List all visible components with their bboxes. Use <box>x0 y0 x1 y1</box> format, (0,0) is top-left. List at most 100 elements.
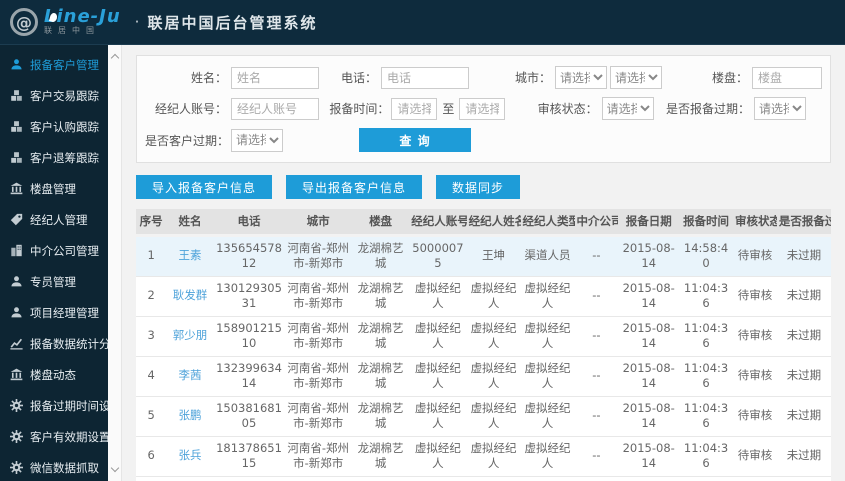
city-label: 城市： <box>514 71 551 85</box>
field-phone: 电话： <box>319 66 469 89</box>
scroll-up-icon[interactable] <box>110 53 120 63</box>
export-report-button[interactable]: 导出报备客户信息 <box>286 175 423 199</box>
customer-name-link[interactable]: 李茜 <box>178 368 201 382</box>
city-district-select[interactable]: 请选择 <box>610 66 662 89</box>
sidebar-item-2[interactable]: 客户认购跟踪 <box>0 111 108 142</box>
column-header: 电话 <box>213 209 285 237</box>
sidebar-item-13[interactable]: 微信数据抓取 <box>0 452 108 481</box>
field-city: 城市： 请选择 请选择 <box>469 66 662 89</box>
column-header: 是否报备过期 <box>776 209 831 237</box>
audit-status-select[interactable]: 请选择 <box>601 97 654 120</box>
table-cell: 虚拟经纪人 <box>409 476 467 481</box>
table-cell: 张兵 <box>166 436 214 477</box>
customer-name-link[interactable]: 王素 <box>178 248 201 262</box>
sidebar-item-label: 报备客户管理 <box>30 57 99 72</box>
sidebar-item-10[interactable]: 楼盘动态 <box>0 359 108 390</box>
table-cell: 河南省-郑州市-新郑市 <box>284 396 352 437</box>
table-cell: 郭少朋 <box>166 316 214 357</box>
field-name: 姓名： <box>145 66 319 89</box>
table-cell: -- <box>574 476 619 481</box>
customer-name-link[interactable]: 郭少朋 <box>173 328 208 342</box>
table-cell: 河南省-郑州市-新郑市 <box>284 356 352 397</box>
gear-icon <box>10 461 23 474</box>
table-cell: -- <box>574 436 619 477</box>
table-cell: 龙湖棉艺城 <box>351 316 410 357</box>
sidebar-item-4[interactable]: 楼盘管理 <box>0 173 108 204</box>
estate-input[interactable] <box>752 66 822 89</box>
sidebar-item-12[interactable]: 客户有效期设置 <box>0 421 111 452</box>
user-icon <box>10 58 23 71</box>
table-cell: 11:04:36 <box>679 436 734 477</box>
sidebar-item-8[interactable]: 项目经理管理 <box>0 297 108 328</box>
boxes-icon <box>10 151 23 164</box>
table-cell: 未过期 <box>776 356 831 397</box>
sidebar-item-7[interactable]: 专员管理 <box>0 266 108 297</box>
table-cell: -- <box>574 276 619 317</box>
phone-input[interactable] <box>381 66 469 89</box>
column-header: 经纪人账号 <box>409 209 467 237</box>
sidebar-item-9[interactable]: 报备数据统计分析 <box>0 328 122 359</box>
name-input[interactable] <box>231 66 319 89</box>
customer-name-link[interactable]: 张鹏 <box>178 408 201 422</box>
table-cell: 未过期 <box>776 276 831 317</box>
table-cell: 龙湖棉艺城 <box>351 396 410 437</box>
table-cell: 5 <box>136 396 167 437</box>
table-cell: 虚拟经纪人 <box>466 476 521 481</box>
report-time-to-input[interactable] <box>459 97 506 120</box>
import-report-button[interactable]: 导入报备客户信息 <box>136 175 273 199</box>
table-cell: 虚拟经纪人 <box>520 436 575 477</box>
tag-icon <box>10 213 23 226</box>
logo-text: Line-Ju 联居中国 <box>44 7 121 35</box>
report-time-from-input[interactable] <box>391 97 438 120</box>
sidebar-item-3[interactable]: 客户退筹跟踪 <box>0 142 108 173</box>
column-header: 序号 <box>136 209 167 237</box>
data-sync-button[interactable]: 数据同步 <box>436 175 521 199</box>
table-cell: 11:04:36 <box>679 316 734 357</box>
sidebar-item-label: 客户退筹跟踪 <box>30 150 99 165</box>
search-button[interactable]: 查 询 <box>359 128 471 152</box>
report-customer-table: 序号 姓名 电话 城市 楼盘 经纪人账号 经纪人姓名 经纪人类型 中介公司 报备日期 报备时间 审核状… <box>136 209 831 481</box>
table-cell: 15038168105 <box>213 396 285 437</box>
action-bar: 导入报备客户信息 导出报备客户信息 数据同步 <box>136 175 831 199</box>
sidebar-item-0[interactable]: 报备客户管理 <box>0 49 108 80</box>
agent-account-input[interactable] <box>231 97 319 120</box>
sidebar-scrollbar[interactable] <box>108 45 122 481</box>
table-cell: 2015-08-14 <box>618 235 680 277</box>
column-header: 报备日期 <box>618 209 680 237</box>
table-cell: 4 <box>136 356 167 397</box>
table-cell: -- <box>574 235 619 277</box>
table-cell: 虚拟经纪人 <box>466 396 521 437</box>
customer-name-link[interactable]: 耿发群 <box>173 288 208 302</box>
building-icon <box>10 368 23 381</box>
customer-expired-select[interactable]: 请选择 <box>231 128 283 152</box>
column-header: 经纪人类型 <box>520 209 575 237</box>
sidebar-item-1[interactable]: 客户交易跟踪 <box>0 80 108 111</box>
city-province-select[interactable]: 请选择 <box>555 66 607 89</box>
sidebar-item-label: 客户有效期设置 <box>30 429 111 444</box>
gear-icon <box>10 399 23 412</box>
column-header: 审核状态 <box>733 209 777 237</box>
scroll-down-icon[interactable] <box>110 463 120 473</box>
report-expired-select[interactable]: 请选择 <box>754 97 806 120</box>
table-cell: 李茜 <box>166 356 214 397</box>
field-customer-expired: 是否客户过期： 请选择 <box>145 128 283 152</box>
table-cell: 13565457812 <box>213 235 285 277</box>
customer-expired-label: 是否客户过期： <box>145 133 230 148</box>
sidebar-item-11[interactable]: 报备过期时间设置 <box>0 390 122 421</box>
sidebar-item-label: 经纪人管理 <box>30 212 88 227</box>
table-cell: 龙湖棉艺城 <box>351 276 410 317</box>
table-cell: 虚拟经纪人 <box>409 396 467 437</box>
column-header: 城市 <box>284 209 352 237</box>
sidebar-item-label: 微信数据抓取 <box>30 460 99 475</box>
table-cell: 待审核 <box>733 316 777 357</box>
column-header: 经纪人姓名 <box>466 209 521 237</box>
sidebar-item-5[interactable]: 经纪人管理 <box>0 204 108 235</box>
table-cell: 虚拟经纪人 <box>466 436 521 477</box>
customer-name-link[interactable]: 张兵 <box>178 448 201 462</box>
column-header: 姓名 <box>166 209 214 237</box>
search-form-row-2: 经纪人账号： 报备时间： 至 审核状态： 请选择 <box>145 97 822 120</box>
table-cell: 13012930531 <box>213 276 285 317</box>
table-cell: 龙湖棉艺城 <box>351 436 410 477</box>
table-row: 5 张鹏 15038168105 河南省-郑州市-新郑市 龙湖棉艺城 虚拟经纪人 虚拟经纪人… <box>136 396 831 437</box>
sidebar-item-6[interactable]: 中介公司管理 <box>0 235 108 266</box>
